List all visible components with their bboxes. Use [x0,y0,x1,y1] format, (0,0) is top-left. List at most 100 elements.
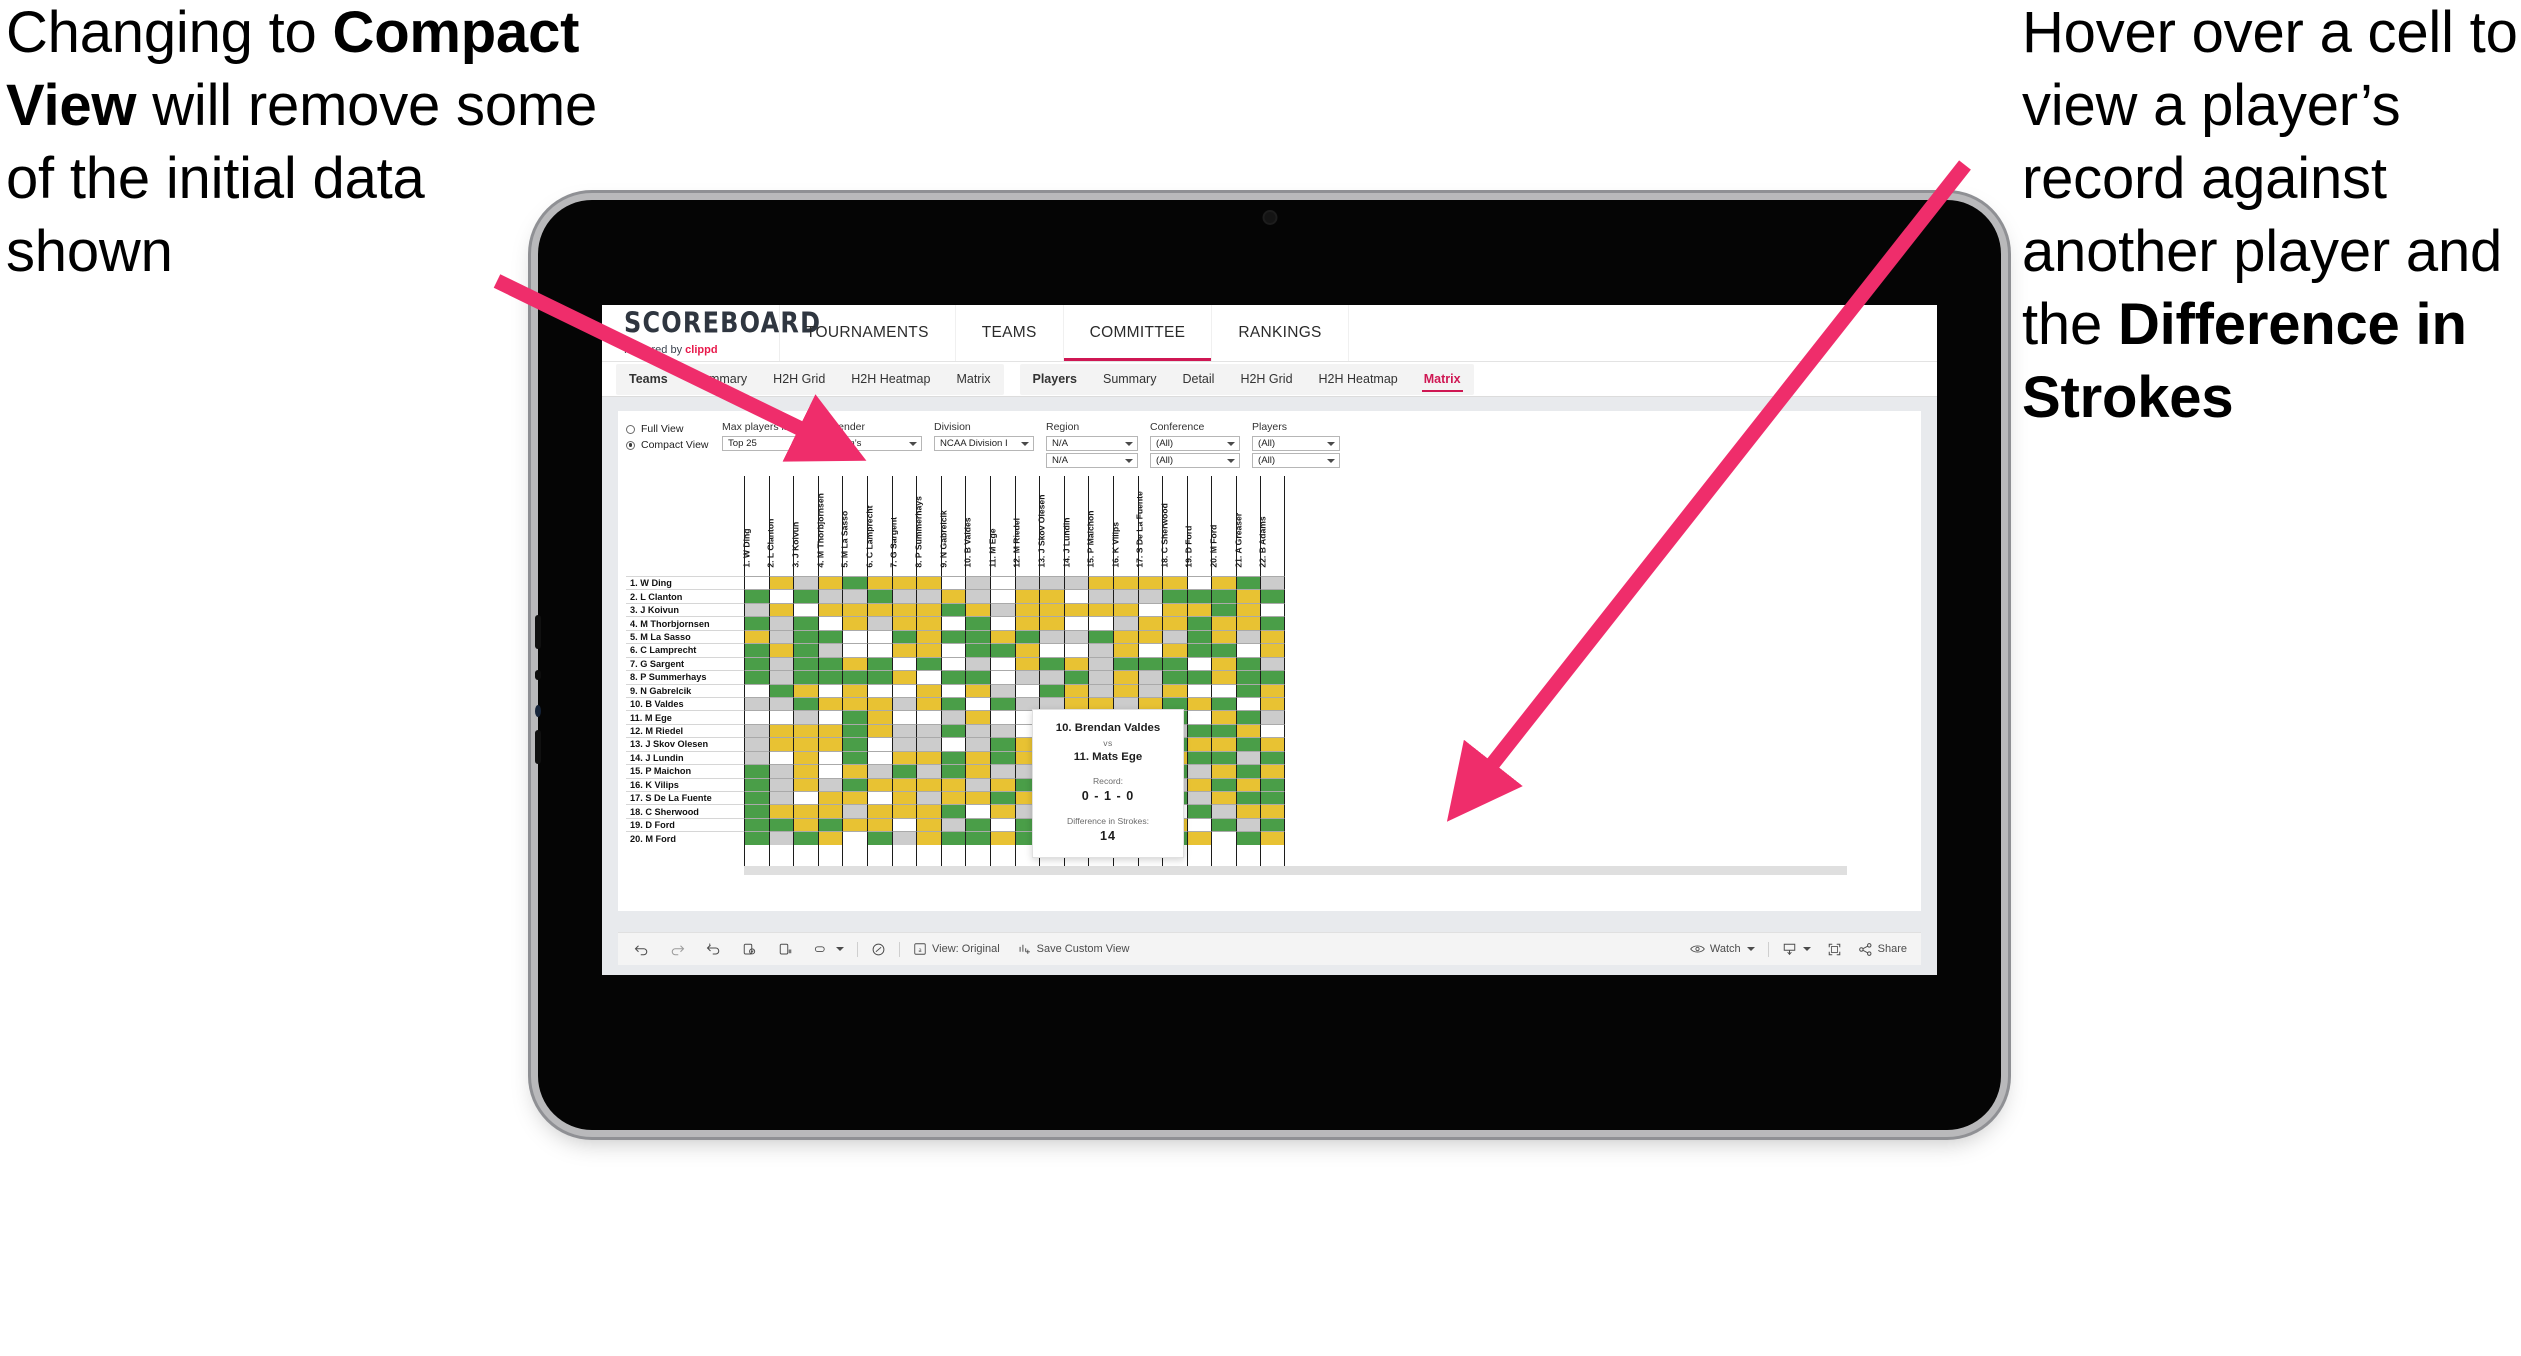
matrix-cell[interactable] [768,643,794,657]
matrix-cell[interactable] [793,643,818,657]
matrix-cell[interactable] [793,791,818,805]
subnav-item-h2h-grid[interactable]: H2H Grid [760,364,838,395]
matrix-cell[interactable] [1260,643,1286,657]
matrix-cell[interactable] [1260,602,1286,617]
matrix-cell[interactable] [768,696,794,711]
matrix-cell[interactable] [989,710,1015,724]
matrix-cell[interactable] [940,737,966,751]
matrix-cell[interactable] [1088,670,1113,684]
matrix-cell[interactable] [817,804,843,818]
matrix-cell[interactable] [817,589,843,603]
matrix-cell[interactable] [989,683,1015,697]
matrix-cell[interactable] [1162,576,1187,590]
refresh-data-icon[interactable] [742,942,757,957]
matrix-cell[interactable] [965,670,990,684]
matrix-cell[interactable] [965,629,990,644]
matrix-cell[interactable] [1260,670,1286,684]
select-conference[interactable]: (All) [1150,436,1240,451]
matrix-cell[interactable] [817,696,843,711]
matrix-cell[interactable] [1112,616,1138,630]
matrix-cell[interactable] [1235,670,1261,684]
matrix-cell[interactable] [817,777,843,791]
matrix-cell[interactable] [1137,589,1163,603]
select-division[interactable]: NCAA Division I [934,436,1034,451]
matrix-cell[interactable] [1039,643,1064,657]
matrix-cell[interactable] [768,723,794,738]
matrix-cell[interactable] [842,643,867,657]
matrix-cell[interactable] [744,764,769,778]
matrix-cell[interactable] [1235,764,1261,778]
matrix-cell[interactable] [1211,750,1236,765]
matrix-cell[interactable] [891,710,917,724]
matrix-cell[interactable] [1235,576,1261,590]
matrix-cell[interactable] [965,602,990,617]
matrix-cell[interactable] [768,831,794,845]
matrix-cell[interactable] [1186,629,1212,644]
matrix-cell[interactable] [866,777,892,791]
matrix-cell[interactable] [1260,710,1286,724]
matrix-cell[interactable] [1211,576,1236,590]
matrix-cell[interactable] [768,629,794,644]
matrix-cell[interactable] [744,696,769,711]
revert-button[interactable] [706,942,721,957]
matrix-cell[interactable] [866,683,892,697]
matrix-cell[interactable] [842,576,867,590]
volume-down-button[interactable] [535,730,541,764]
matrix-cell[interactable] [1112,576,1138,590]
matrix-cell[interactable] [1014,602,1040,617]
matrix-cell[interactable] [768,817,794,832]
matrix-cell[interactable] [1211,723,1236,738]
matrix-cell[interactable] [1186,737,1212,751]
matrix-cell[interactable] [744,804,769,818]
matrix-cell[interactable] [793,629,818,644]
matrix-cell[interactable] [768,791,794,805]
topnav-item-teams[interactable]: TEAMS [956,305,1064,361]
matrix-cell[interactable] [866,696,892,711]
matrix-cell[interactable] [1260,723,1286,738]
matrix-cell[interactable] [891,696,917,711]
matrix-cell[interactable] [1211,656,1236,671]
matrix-cell[interactable] [989,589,1015,603]
matrix-cell[interactable] [1260,804,1286,818]
matrix-cell[interactable] [891,750,917,765]
radio-compact-view[interactable]: Compact View [626,439,722,451]
matrix-cell[interactable] [744,683,769,697]
select-players[interactable]: (All) [1252,436,1340,451]
matrix-cell[interactable] [940,589,966,603]
matrix-cell[interactable] [1088,629,1113,644]
matrix-cell[interactable] [842,750,867,765]
matrix-cell[interactable] [891,831,917,845]
matrix-cell[interactable] [1088,602,1113,617]
matrix-cell[interactable] [891,576,917,590]
matrix-cell[interactable] [965,683,990,697]
help-icon[interactable] [871,942,886,957]
matrix-cell[interactable] [793,831,818,845]
matrix-cell[interactable] [842,629,867,644]
topnav-item-committee[interactable]: COMMITTEE [1063,305,1213,361]
matrix-cell[interactable] [916,804,941,818]
topnav-item-tournaments[interactable]: TOURNAMENTS [780,305,956,361]
matrix-cell[interactable] [842,696,867,711]
matrix-cell[interactable] [866,804,892,818]
matrix-cell[interactable] [891,723,917,738]
matrix-cell[interactable] [891,817,917,832]
matrix-cell[interactable] [866,817,892,832]
matrix-cell[interactable] [1186,791,1212,805]
matrix-cell[interactable] [866,616,892,630]
matrix-cell[interactable] [768,576,794,590]
matrix-cell[interactable] [1186,817,1212,832]
matrix-cell[interactable] [793,589,818,603]
subnav-item-h2h-heatmap[interactable]: H2H Heatmap [1306,364,1411,395]
matrix-cell[interactable] [1088,656,1113,671]
matrix-cell[interactable] [965,723,990,738]
matrix-cell[interactable] [989,723,1015,738]
matrix-cell[interactable] [1211,643,1236,657]
matrix-cell[interactable] [1162,616,1187,630]
matrix-cell[interactable] [1014,683,1040,697]
matrix-cell[interactable] [793,723,818,738]
matrix-cell[interactable] [817,629,843,644]
matrix-cell[interactable] [793,764,818,778]
matrix-cell[interactable] [1211,710,1236,724]
matrix-cell[interactable] [1162,656,1187,671]
matrix-cell[interactable] [916,791,941,805]
